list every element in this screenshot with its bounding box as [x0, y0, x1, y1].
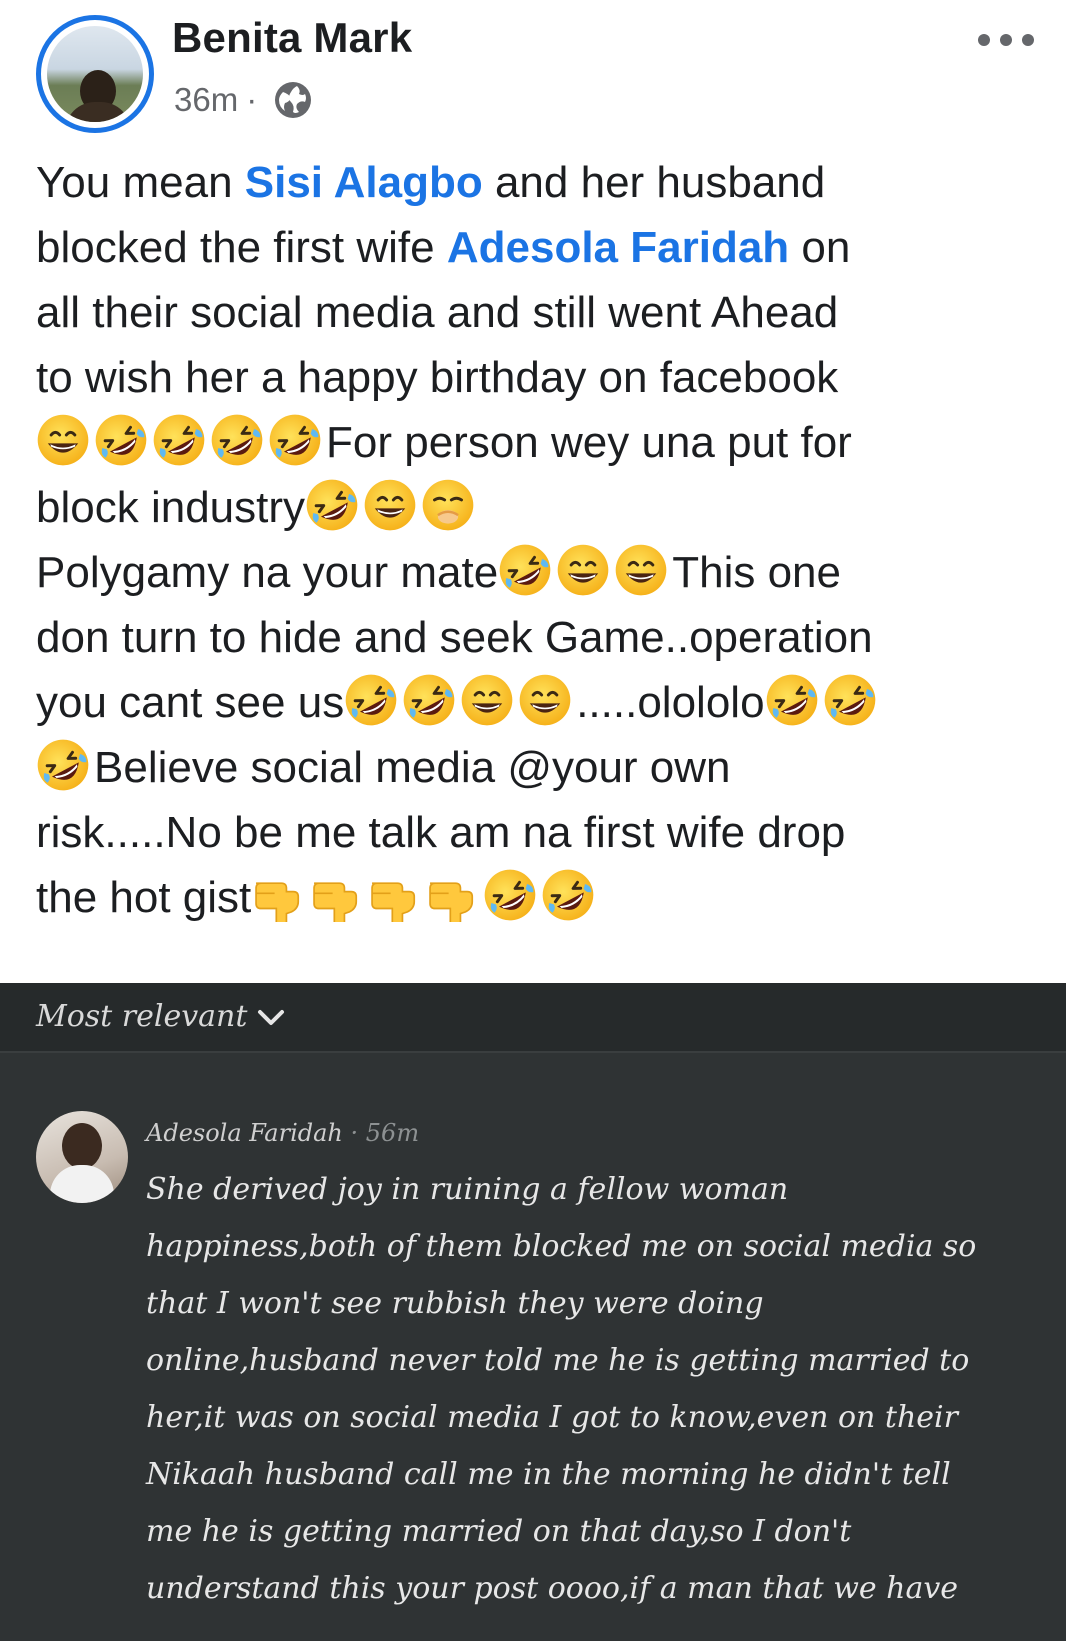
chevron-down-icon[interactable] — [256, 1003, 286, 1033]
backhand-index-pointing-down-icon — [251, 868, 305, 922]
post-time[interactable]: 36m — [174, 81, 238, 119]
post-line: Believe social media @your own — [36, 735, 1046, 800]
post-text: You mean Sisi Alagbo and her husband blo… — [36, 150, 1046, 930]
post-line: the hot gist — [36, 865, 1046, 930]
grinning-face-icon — [614, 543, 668, 597]
comment-screenshot: Most relevant Adesola Faridah · 56m She … — [0, 983, 1066, 1641]
backhand-index-pointing-down-icon — [309, 868, 363, 922]
author-avatar[interactable] — [36, 15, 154, 133]
comment-body: She derived joy in ruining a fellow woma… — [146, 1161, 1046, 1617]
grinning-face-icon — [36, 413, 90, 467]
comment-header: Adesola Faridah · 56m — [146, 1119, 419, 1147]
meta-separator: · — [246, 81, 258, 118]
comment-line: understand this your post oooo,if a man … — [146, 1571, 959, 1606]
rolling-on-floor-laughing-icon — [498, 543, 552, 597]
rolling-on-floor-laughing-icon — [483, 868, 537, 922]
commenter-avatar[interactable] — [36, 1111, 128, 1203]
rolling-on-floor-laughing-icon — [152, 413, 206, 467]
comment-line: that I won't see rubbish they were doing — [146, 1286, 764, 1321]
comment-line: Nikaah husband call me in the morning he… — [146, 1457, 951, 1492]
rolling-on-floor-laughing-icon — [210, 413, 264, 467]
rolling-on-floor-laughing-icon — [823, 673, 877, 727]
sort-dropdown[interactable]: Most relevant — [36, 999, 247, 1034]
comment-line: her,it was on social media I got to know… — [146, 1400, 958, 1435]
post-line: all their social media and still went Ah… — [36, 288, 839, 337]
grinning-face-icon — [556, 543, 610, 597]
comment-time[interactable]: 56m — [366, 1119, 419, 1147]
rolling-on-floor-laughing-icon — [541, 868, 595, 922]
comment-line: me he is getting married on that day,so … — [146, 1514, 852, 1549]
rolling-on-floor-laughing-icon — [305, 478, 359, 532]
comment-line: online,husband never told me he is getti… — [146, 1343, 970, 1378]
mention-adesola-faridah[interactable]: Adesola Faridah — [447, 223, 789, 272]
backhand-index-pointing-down-icon — [367, 868, 421, 922]
post-meta: 36m · — [174, 80, 313, 120]
post-line: to wish her a happy birthday on facebook — [36, 353, 839, 402]
post-line: Polygamy na your mate This one — [36, 540, 1046, 605]
author-name[interactable]: Benita Mark — [172, 14, 412, 62]
rolling-on-floor-laughing-icon — [344, 673, 398, 727]
post-line: blocked the first wife Adesola Faridah o… — [36, 223, 851, 272]
comment-line: She derived joy in ruining a fellow woma… — [146, 1172, 789, 1207]
post-line: You mean Sisi Alagbo and her husband — [36, 158, 826, 207]
rolling-on-floor-laughing-icon — [765, 673, 819, 727]
rolling-on-floor-laughing-icon — [36, 738, 90, 792]
avatar-image — [47, 26, 143, 122]
rolling-on-floor-laughing-icon — [268, 413, 322, 467]
hand-over-mouth-laughing-icon — [421, 478, 475, 532]
comment-sort-bar: Most relevant — [0, 983, 1066, 1053]
globe-icon[interactable] — [273, 80, 313, 120]
post-header: Benita Mark 36m · — [0, 0, 1066, 150]
grinning-face-icon — [460, 673, 514, 727]
post-line: block industry — [36, 475, 1046, 540]
post-line: risk.....No be me talk am na first wife … — [36, 808, 846, 857]
commenter-name[interactable]: Adesola Faridah — [146, 1119, 343, 1147]
backhand-index-pointing-down-icon — [425, 868, 479, 922]
post-line: you cant see us .....olololo — [36, 670, 1046, 735]
more-options-icon[interactable] — [968, 26, 1044, 54]
grinning-face-icon — [363, 478, 417, 532]
comment-separator: · — [342, 1119, 366, 1147]
post-line: For person wey una put for — [36, 410, 1046, 475]
mention-sisi-alagbo[interactable]: Sisi Alagbo — [245, 158, 483, 207]
rolling-on-floor-laughing-icon — [402, 673, 456, 727]
post-line: don turn to hide and seek Game..operatio… — [36, 613, 873, 662]
rolling-on-floor-laughing-icon — [94, 413, 148, 467]
comment-line: happiness,both of them blocked me on soc… — [146, 1229, 977, 1264]
grinning-face-icon — [518, 673, 572, 727]
